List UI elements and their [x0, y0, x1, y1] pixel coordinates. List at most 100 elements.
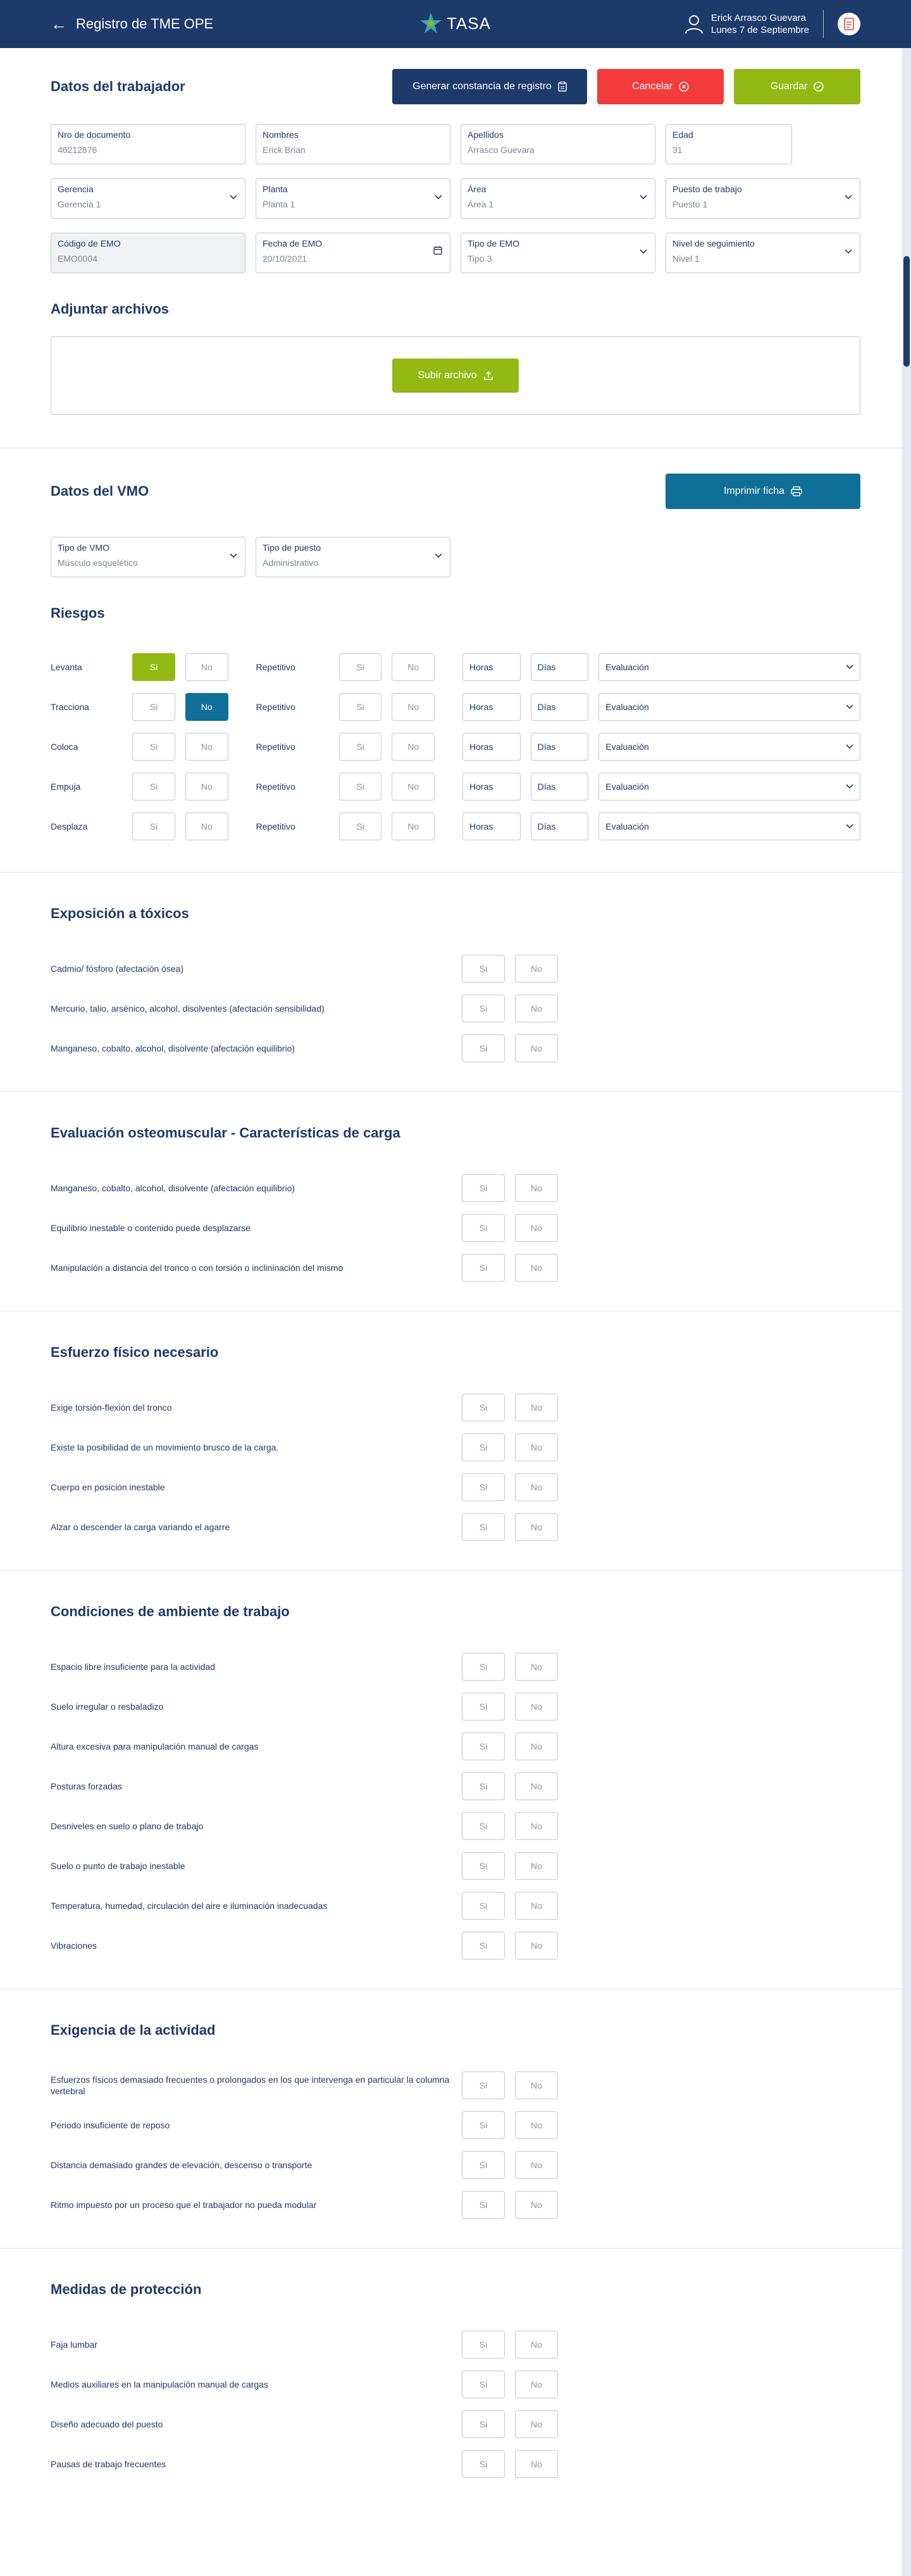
names-field[interactable]: Nombres Erick Brian	[256, 124, 450, 164]
no-button[interactable]: No	[515, 2450, 558, 2478]
area-select[interactable]: Área Área 1	[461, 178, 655, 219]
yes-button[interactable]: Si	[462, 2410, 505, 2438]
cancel-button[interactable]: Cancelar	[597, 69, 724, 104]
days-input[interactable]: Días	[530, 773, 589, 800]
no-button[interactable]: No	[515, 1174, 558, 1202]
days-input[interactable]: Días	[530, 733, 589, 761]
no-button[interactable]: No	[515, 1254, 558, 1282]
print-sheet-button[interactable]: Imprimir ficha	[666, 474, 860, 509]
position-type-select[interactable]: Tipo de puesto Administrativo	[256, 537, 450, 577]
yes-button[interactable]: Si	[132, 813, 175, 840]
no-button[interactable]: No	[515, 1812, 558, 1840]
no-button[interactable]: No	[515, 1513, 558, 1541]
no-button[interactable]: No	[515, 2371, 558, 2398]
yes-button[interactable]: Si	[462, 2111, 505, 2139]
yes-button[interactable]: Si	[462, 1733, 505, 1760]
no-button[interactable]: No	[515, 1733, 558, 1760]
evaluation-select[interactable]: Evaluación	[598, 813, 860, 840]
no-button[interactable]: No	[185, 693, 228, 721]
no-button[interactable]: No	[515, 1892, 558, 1920]
yes-button[interactable]: Si	[132, 733, 175, 761]
no-button[interactable]: No	[515, 1693, 558, 1720]
repetitive-yes-button[interactable]: Si	[338, 693, 382, 721]
evaluation-select[interactable]: Evaluación	[598, 733, 860, 761]
evaluation-select[interactable]: Evaluación	[598, 773, 860, 800]
evaluation-select[interactable]: Evaluación	[598, 693, 860, 721]
yes-button[interactable]: Si	[462, 1214, 505, 1242]
no-button[interactable]: No	[515, 2071, 558, 2099]
days-input[interactable]: Días	[530, 813, 589, 840]
no-button[interactable]: No	[185, 813, 228, 840]
yes-button[interactable]: Si	[462, 995, 505, 1022]
repetitive-yes-button[interactable]: Si	[338, 813, 382, 840]
hours-input[interactable]: Horas	[462, 693, 521, 721]
no-button[interactable]: No	[515, 1394, 558, 1421]
yes-button[interactable]: Si	[462, 1693, 505, 1720]
vmo-type-select[interactable]: Tipo de VMO Músculo esquelético	[51, 537, 245, 577]
yes-button[interactable]: Si	[462, 1892, 505, 1920]
repetitive-yes-button[interactable]: Si	[338, 653, 382, 681]
follow-up-level-select[interactable]: Nivel de seguimiento Nivel 1	[666, 233, 860, 273]
no-button[interactable]: No	[515, 2331, 558, 2358]
repetitive-no-button[interactable]: No	[392, 813, 435, 840]
repetitive-no-button[interactable]: No	[392, 653, 435, 681]
no-button[interactable]: No	[185, 653, 228, 681]
no-button[interactable]: No	[515, 955, 558, 983]
repetitive-no-button[interactable]: No	[392, 773, 435, 800]
surnames-field[interactable]: Apellidos Arrasco Guevara	[461, 124, 655, 164]
notifications-button[interactable]	[838, 13, 860, 35]
calendar-icon[interactable]	[433, 246, 442, 255]
management-select[interactable]: Gerencia Gerencia 1	[51, 178, 245, 219]
no-button[interactable]: No	[515, 2191, 558, 2219]
job-position-select[interactable]: Puesto de trabajo Puesto 1	[666, 178, 860, 219]
yes-button[interactable]: Si	[462, 1473, 505, 1501]
yes-button[interactable]: Si	[462, 2450, 505, 2478]
document-number-field[interactable]: Nro de documento 46212876	[51, 124, 245, 164]
no-button[interactable]: No	[515, 2111, 558, 2139]
evaluation-select[interactable]: Evaluación	[598, 653, 860, 681]
yes-button[interactable]: Si	[462, 1513, 505, 1541]
yes-button[interactable]: Si	[462, 2191, 505, 2219]
yes-button[interactable]: Si	[462, 1812, 505, 1840]
yes-button[interactable]: Si	[462, 2331, 505, 2358]
no-button[interactable]: No	[185, 773, 228, 800]
yes-button[interactable]: Si	[462, 955, 505, 983]
generate-certificate-button[interactable]: Generar constancia de registro	[392, 69, 587, 104]
hours-input[interactable]: Horas	[462, 813, 521, 840]
upload-file-button[interactable]: Subir archivo	[392, 359, 519, 393]
yes-button[interactable]: Si	[462, 1034, 505, 1062]
yes-button[interactable]: Si	[462, 1772, 505, 1800]
yes-button[interactable]: Si	[462, 1852, 505, 1880]
no-button[interactable]: No	[515, 1433, 558, 1461]
yes-button[interactable]: Si	[462, 2371, 505, 2398]
yes-button[interactable]: Si	[462, 1932, 505, 1960]
yes-button[interactable]: Si	[462, 1174, 505, 1202]
plant-select[interactable]: Planta Planta 1	[256, 178, 450, 219]
yes-button[interactable]: Si	[132, 693, 175, 721]
yes-button[interactable]: Si	[462, 2071, 505, 2099]
no-button[interactable]: No	[515, 2410, 558, 2438]
no-button[interactable]: No	[185, 733, 228, 761]
repetitive-no-button[interactable]: No	[392, 733, 435, 761]
upload-dropzone[interactable]: Subir archivo	[51, 336, 860, 415]
hours-input[interactable]: Horas	[462, 733, 521, 761]
no-button[interactable]: No	[515, 995, 558, 1022]
yes-button[interactable]: Si	[462, 1394, 505, 1421]
no-button[interactable]: No	[515, 1034, 558, 1062]
days-input[interactable]: Días	[530, 653, 589, 681]
no-button[interactable]: No	[515, 2151, 558, 2179]
back-arrow-icon[interactable]: ←	[51, 16, 67, 32]
yes-button[interactable]: Si	[462, 1433, 505, 1461]
no-button[interactable]: No	[515, 1473, 558, 1501]
yes-button[interactable]: Si	[132, 773, 175, 800]
yes-button[interactable]: Si	[462, 2151, 505, 2179]
no-button[interactable]: No	[515, 1932, 558, 1960]
hours-input[interactable]: Horas	[462, 773, 521, 800]
repetitive-no-button[interactable]: No	[392, 693, 435, 721]
days-input[interactable]: Días	[530, 693, 589, 721]
no-button[interactable]: No	[515, 1852, 558, 1880]
emo-date-field[interactable]: Fecha de EMO 20/10/2021	[256, 233, 450, 273]
no-button[interactable]: No	[515, 1653, 558, 1681]
emo-type-select[interactable]: Tipo de EMO Tipo 3	[461, 233, 655, 273]
save-button[interactable]: Guardar	[734, 69, 860, 104]
